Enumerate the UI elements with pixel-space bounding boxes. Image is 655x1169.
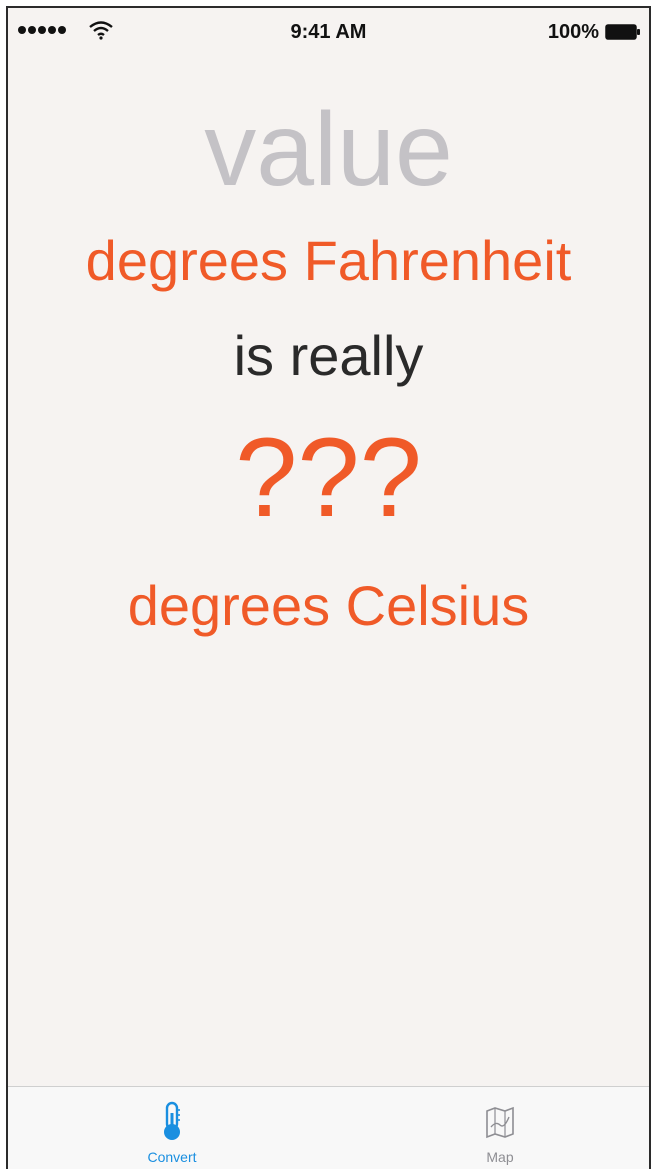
celsius-result: ??? <box>235 415 422 540</box>
map-icon <box>486 1106 514 1139</box>
fahrenheit-label: degrees Fahrenheit <box>85 229 572 292</box>
battery-percent: 100% <box>547 21 599 43</box>
connector-text: is really <box>233 324 424 387</box>
tab-map[interactable]: Map <box>440 1087 560 1169</box>
tab-convert-label: Convert <box>147 1149 197 1165</box>
tab-map-label: Map <box>486 1149 514 1165</box>
battery-icon <box>605 24 640 40</box>
tab-bar: Convert Map <box>8 1086 649 1169</box>
app-screen: 9:41 AM 100% degrees Fahrenheit is reall… <box>6 6 651 1169</box>
celsius-label: degrees Celsius <box>127 574 530 637</box>
fahrenheit-value-input[interactable] <box>8 90 649 210</box>
tab-convert[interactable]: Convert <box>112 1087 232 1169</box>
status-bar: 9:41 AM 100% <box>8 8 649 52</box>
thermometer-icon <box>164 1101 180 1140</box>
